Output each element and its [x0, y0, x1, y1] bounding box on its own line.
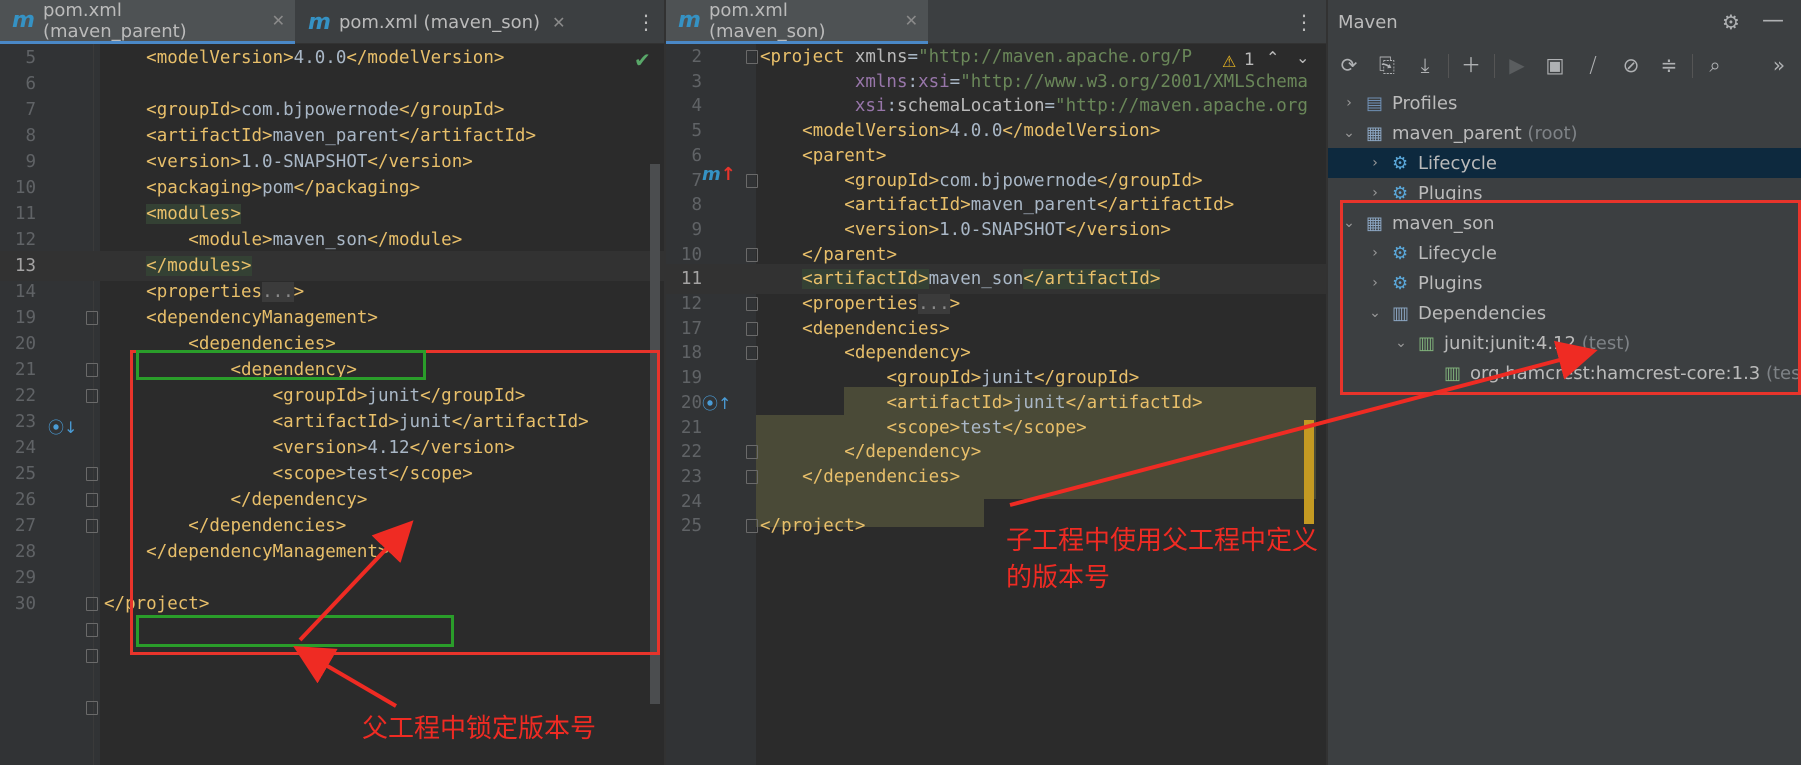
run-icon[interactable]: ▶ [1504, 52, 1530, 78]
gear-icon[interactable]: ⚙ [1722, 10, 1740, 34]
maven-tree-item[interactable]: › ▤ Profiles [1328, 88, 1801, 118]
fold-marker-icon[interactable] [86, 519, 98, 533]
implements-icon[interactable]: ⦿↑ [702, 390, 731, 414]
fold-marker-icon[interactable] [746, 469, 758, 484]
close-icon[interactable]: ✕ [905, 11, 918, 30]
maven-tree-item[interactable]: › ⚙ Lifecycle [1328, 148, 1801, 178]
chevron-right-icon[interactable]: › [1368, 155, 1382, 171]
maven-tree-item[interactable]: ⌄ ▦ maven_parent (root) [1328, 118, 1801, 148]
generate-sources-icon[interactable]: ⎘ [1374, 52, 1400, 78]
annotation-box-dependency-management [130, 350, 660, 655]
lifecycle-icon: ⚙ [1392, 153, 1409, 174]
editor-tabbar: m pom.xml (maven_parent) ✕ m pom.xml (ma… [0, 0, 664, 44]
editor-tabbar: m pom.xml (maven_son) ✕ ⋮ [666, 0, 1326, 44]
maven-file-icon: m [308, 9, 331, 35]
chevron-right-icon[interactable]: › [1342, 95, 1356, 111]
annotation-text-parent: 父工程中锁定版本号 [362, 714, 597, 744]
fold-marker-icon[interactable] [86, 311, 98, 325]
more-options-icon[interactable]: ⋮ [636, 10, 656, 34]
fold-marker-icon[interactable] [746, 445, 758, 460]
code-editor[interactable]: 2 <project xmlns="http://maven.apache.org… [666, 44, 1326, 765]
fold-marker-icon[interactable] [86, 363, 98, 377]
fold-marker-icon[interactable] [746, 519, 758, 534]
fold-marker-icon[interactable] [86, 467, 98, 481]
inspection-ok-icon[interactable]: ✔ [634, 48, 651, 72]
maven-tree-label: maven_parent (root) [1392, 122, 1578, 144]
maven-module-icon: ▦ [1366, 123, 1384, 144]
download-icon[interactable]: ⤓ [1412, 52, 1438, 78]
chevron-up-icon[interactable]: ⌃ [1266, 48, 1279, 67]
scrollbar-marker[interactable] [1304, 420, 1314, 524]
minimize-icon[interactable]: — [1762, 8, 1784, 33]
close-icon[interactable]: ✕ [552, 13, 565, 32]
tab-pom-maven-parent[interactable]: m pom.xml (maven_parent) ✕ [0, 0, 295, 44]
editor-pane-parent: m pom.xml (maven_parent) ✕ m pom.xml (ma… [0, 0, 664, 765]
maven-tree-label: Profiles [1392, 92, 1458, 114]
line-number: 25 [680, 516, 702, 537]
fold-marker-icon[interactable] [86, 701, 98, 715]
reload-icon[interactable]: ⟳ [1336, 52, 1362, 78]
close-icon[interactable]: ✕ [272, 11, 285, 30]
tab-label: pom.xml (maven_son) [708, 0, 826, 42]
chevron-down-icon[interactable]: ⌄ [1296, 48, 1309, 67]
more-toolbar-icon[interactable]: » [1766, 52, 1792, 78]
fold-marker-icon[interactable] [746, 50, 758, 64]
annotation-box-close-tag [136, 615, 454, 647]
fold-marker-icon[interactable] [86, 649, 98, 663]
tab-label: pom.xml (maven_son) [338, 11, 541, 33]
maven-file-icon: m [12, 8, 35, 33]
warning-icon[interactable]: ⚠ [1222, 52, 1236, 71]
fold-marker-icon[interactable] [746, 247, 758, 262]
tab-pom-maven-son[interactable]: m pom.xml (maven_son) ✕ [296, 0, 626, 44]
fold-marker-icon[interactable] [86, 623, 98, 637]
code-text: </project> [760, 516, 866, 537]
tab-pom-maven-son[interactable]: m pom.xml (maven_son) ✕ [666, 0, 928, 44]
fold-marker-icon[interactable] [86, 389, 98, 403]
skip-tests-icon[interactable]: ⊘ [1618, 52, 1644, 78]
maven-tool-window: Maven ⚙ — ⟳ ⎘ ⤓ ＋ ▶ ▣ ⧸ ⊘ ≑ ⌕ » › ▤ Profil… [1328, 0, 1801, 765]
add-icon[interactable]: ＋ [1458, 52, 1484, 78]
line-number: 30 [14, 594, 36, 614]
tab-label: pom.xml (maven_parent) [42, 0, 187, 42]
maven-header: Maven ⚙ — [1328, 0, 1801, 44]
fold-marker-icon[interactable] [746, 173, 758, 188]
toggle-offline-icon[interactable]: ⧸ [1580, 52, 1606, 78]
fold-marker-icon[interactable] [746, 346, 758, 361]
chevron-down-icon[interactable]: ⌄ [1342, 125, 1356, 141]
chevron-right-icon[interactable]: › [1368, 185, 1382, 201]
editor-pane-son: m pom.xml (maven_son) ✕ ⋮ 2 <project xmln… [666, 0, 1326, 765]
profiles-icon: ▤ [1366, 93, 1384, 114]
maven-toolbar: ⟳ ⎘ ⤓ ＋ ▶ ▣ ⧸ ⊘ ≑ ⌕ » [1328, 46, 1801, 84]
fold-marker-icon[interactable] [746, 297, 758, 311]
collapse-all-icon[interactable]: ≑ [1656, 52, 1682, 78]
execute-goal-icon[interactable]: ▣ [1542, 52, 1568, 78]
implemented-icon[interactable]: ⦿↓ [48, 414, 77, 438]
maven-tree-label: Lifecycle [1418, 152, 1497, 174]
maven-file-icon: m [678, 8, 701, 33]
fold-marker-icon[interactable] [746, 321, 758, 336]
annotation-box-dependencies [1340, 200, 1801, 395]
overrides-parent-icon[interactable]: m↑ [702, 164, 736, 185]
analyze-dependencies-icon[interactable]: ⌕ [1702, 52, 1728, 78]
annotation-box-open-tag [136, 350, 426, 380]
warning-count: 1 [1244, 50, 1255, 70]
annotation-text-son: 子工程中使用父工程中定义的版本号 [1006, 526, 1319, 593]
maven-title: Maven [1338, 11, 1398, 33]
fold-marker-icon[interactable] [86, 597, 98, 611]
fold-marker-icon[interactable] [86, 493, 98, 507]
more-options-icon[interactable]: ⋮ [1294, 10, 1314, 34]
